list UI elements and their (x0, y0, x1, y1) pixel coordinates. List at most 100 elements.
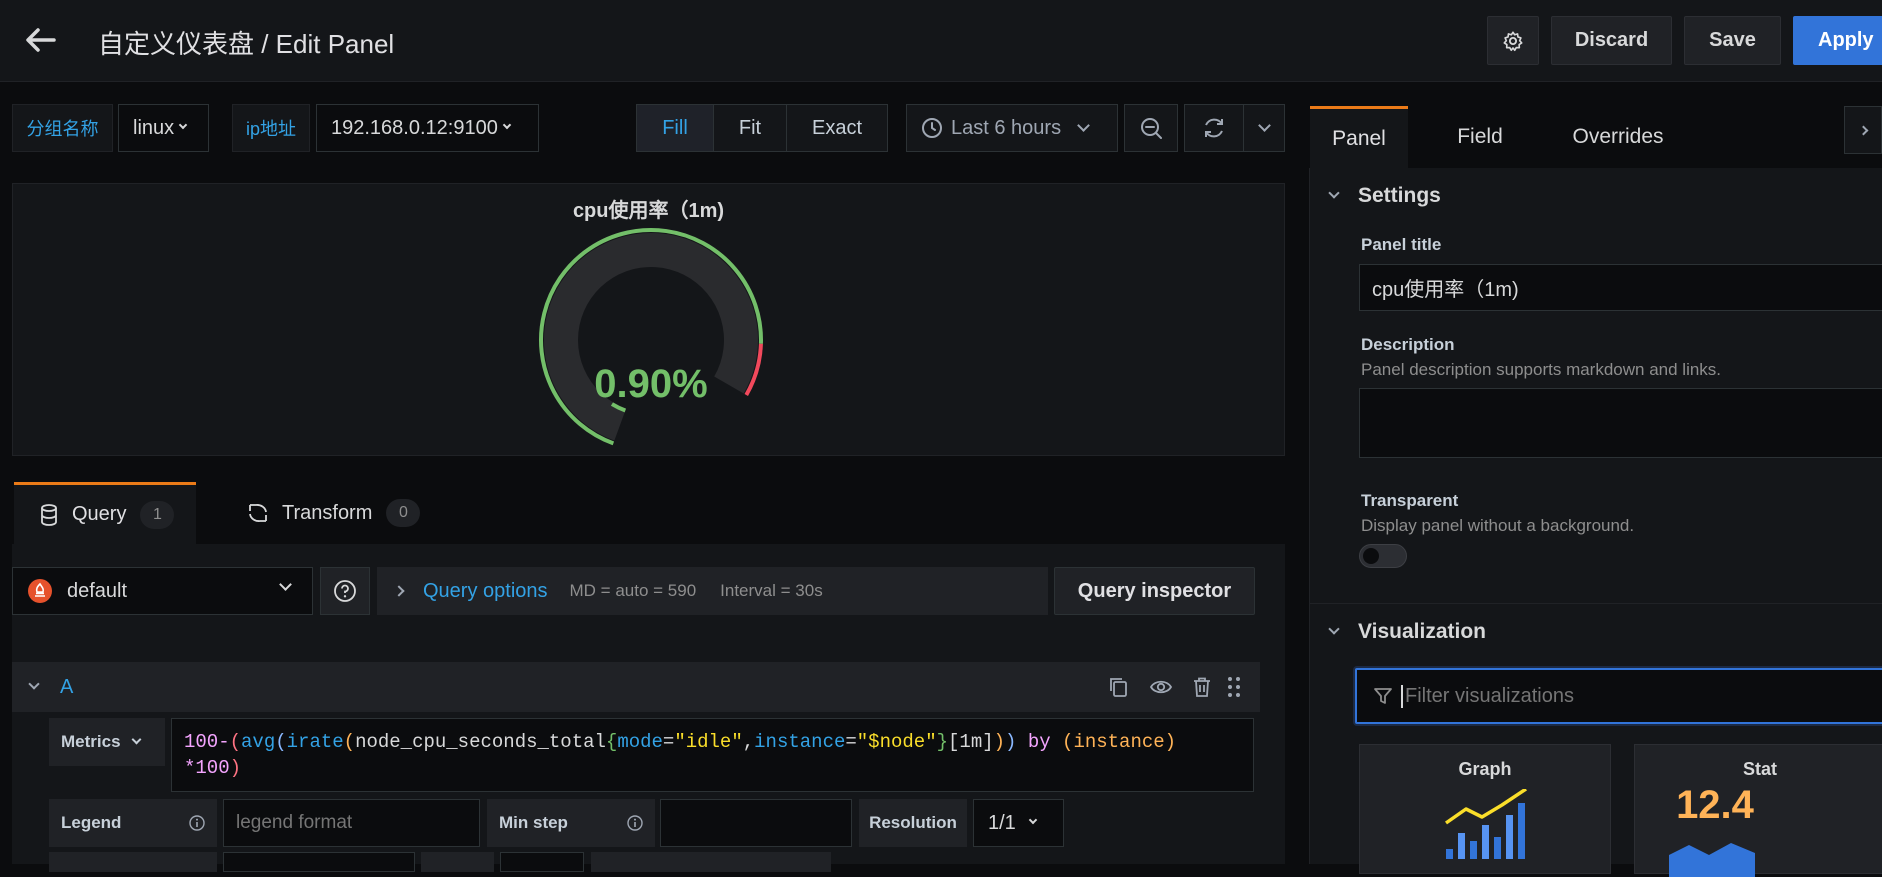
promql-token: avg (241, 731, 276, 753)
query-inspector-button[interactable]: Query inspector (1054, 567, 1255, 615)
exemplars-box (591, 852, 831, 872)
refresh-button[interactable] (1184, 104, 1244, 152)
time-range-label: Last 6 hours (951, 116, 1062, 139)
settings-section-header[interactable]: Settings (1326, 178, 1866, 214)
promql-token: by (1016, 731, 1063, 753)
query-options-label: Query options (423, 579, 548, 602)
promql-token: "idle" (674, 731, 743, 753)
arrow-left-icon (26, 28, 56, 52)
tab-query-count: 1 (140, 500, 175, 529)
viz-card-stat[interactable]: Stat 12.4 (1634, 744, 1882, 877)
datasource-help-button[interactable] (320, 567, 370, 615)
metrics-label: Metrics (61, 732, 121, 751)
resolution-select[interactable]: 1/1 (973, 799, 1064, 847)
back-arrow-button[interactable] (18, 20, 62, 60)
transparent-help: Display panel without a background. (1361, 516, 1635, 535)
variable-select-ip[interactable]: 192.168.0.12:9100 (316, 104, 539, 152)
promql-token: 100- (184, 731, 230, 753)
filter-visualizations-input[interactable] (1401, 684, 1882, 708)
eye-icon[interactable] (1149, 676, 1173, 698)
collapse-options-button[interactable] (1844, 106, 1882, 154)
side-tab-overrides[interactable]: Overrides (1556, 106, 1680, 168)
instant-toggle[interactable] (500, 852, 584, 872)
panel-title-input[interactable] (1359, 264, 1882, 311)
chevron-down-icon (1328, 623, 1340, 635)
promql-token: ) (1164, 731, 1177, 753)
viz-card-graph[interactable]: Graph (1359, 744, 1611, 874)
apply-button[interactable]: Apply (1793, 16, 1882, 65)
panel-settings-button[interactable] (1487, 16, 1539, 65)
panel-title-label: Panel title (1361, 235, 1442, 254)
variable-value-ip: 192.168.0.12:9100 (331, 116, 498, 139)
promql-expression-line: *100) (184, 755, 1241, 781)
legend-format-input[interactable] (223, 799, 480, 847)
datasource-picker[interactable]: default (12, 567, 313, 615)
zoom-out-icon (1141, 118, 1162, 139)
promql-token: ( (343, 731, 356, 753)
info-icon[interactable] (627, 815, 643, 831)
resolution-label-box: Resolution (859, 799, 967, 847)
metrics-button[interactable]: Metrics (49, 718, 165, 766)
visualization-section-header[interactable]: Visualization (1326, 614, 1866, 650)
description-help: Panel description supports markdown and … (1361, 360, 1722, 379)
min-step-input[interactable] (660, 799, 852, 847)
tab-transform-label: Transform (282, 501, 373, 524)
info-icon[interactable] (189, 815, 205, 831)
side-tab-field[interactable]: Field (1430, 106, 1530, 168)
view-mode-exact[interactable]: Exact (786, 104, 888, 152)
graph-viz-icon (1444, 789, 1527, 859)
legend-label: Legend (61, 813, 122, 832)
chevron-down-icon (279, 578, 292, 591)
promql-token: [1m] (948, 731, 994, 753)
tab-transform[interactable]: Transform 0 (222, 482, 442, 544)
duplicate-query-icon[interactable] (1108, 676, 1130, 698)
zoom-out-button[interactable] (1124, 104, 1178, 152)
trash-icon[interactable] (1191, 676, 1213, 698)
filter-visualizations-box[interactable] (1355, 668, 1882, 724)
query-options-bar[interactable]: Query options MD = auto = 590 Interval =… (377, 567, 1048, 615)
panel-preview: cpu使用率（1m) 0.90% (12, 183, 1285, 456)
chevron-down-icon (178, 120, 188, 130)
prometheus-icon (28, 579, 52, 603)
variable-value-group: linux (133, 116, 175, 139)
discard-button[interactable]: Discard (1551, 16, 1672, 65)
min-step-label: Min step (499, 813, 568, 832)
viz-card-graph-name: Graph (1458, 759, 1512, 779)
promql-token: ) (1005, 731, 1017, 753)
chevron-down-icon (131, 734, 141, 744)
chevron-down-icon (1328, 187, 1340, 199)
min-step-label-box: Min step (487, 799, 655, 847)
format-select[interactable] (223, 852, 415, 872)
transparent-toggle[interactable] (1359, 544, 1407, 568)
resolution-label: Resolution (869, 813, 957, 832)
promql-expression-input[interactable]: 100-(avg(irate(node_cpu_seconds_total{mo… (171, 718, 1254, 792)
visualization-section-title: Visualization (1358, 620, 1486, 643)
page-title: 自定义仪表盘 / Edit Panel (98, 29, 395, 59)
variable-select-group[interactable]: linux (118, 104, 209, 152)
save-button[interactable]: Save (1684, 16, 1781, 65)
time-picker-button[interactable]: Last 6 hours (906, 104, 1118, 152)
promql-token: mode (617, 731, 663, 753)
settings-section-title: Settings (1358, 184, 1441, 207)
description-label: Description (1361, 335, 1455, 354)
promql-token: = (662, 731, 675, 753)
stat-viz-icon (1669, 843, 1755, 877)
variable-label-ip: ip地址 (232, 104, 310, 152)
drag-handle-icon[interactable] (1227, 676, 1241, 698)
query-options-interval: Interval = 30s (720, 581, 823, 600)
promql-token: irate (286, 731, 344, 753)
question-circle-icon (334, 580, 356, 602)
query-options-md: MD = auto = 590 (569, 581, 697, 600)
view-mode-fill[interactable]: Fill (636, 104, 714, 152)
view-mode-fit[interactable]: Fit (713, 104, 787, 152)
tab-transform-count: 0 (386, 499, 421, 527)
promql-token: = (845, 731, 857, 753)
refresh-interval-dropdown[interactable] (1243, 104, 1285, 152)
chevron-down-icon (28, 678, 40, 690)
side-tab-panel[interactable]: Panel (1310, 106, 1408, 168)
instant-label-box (421, 852, 494, 872)
tab-query[interactable]: Query 1 (14, 482, 196, 544)
description-textarea[interactable] (1359, 388, 1882, 458)
top-header: 自定义仪表盘 / Edit Panel Discard Save Apply (0, 0, 1882, 82)
query-row-header[interactable]: A (12, 662, 1260, 712)
